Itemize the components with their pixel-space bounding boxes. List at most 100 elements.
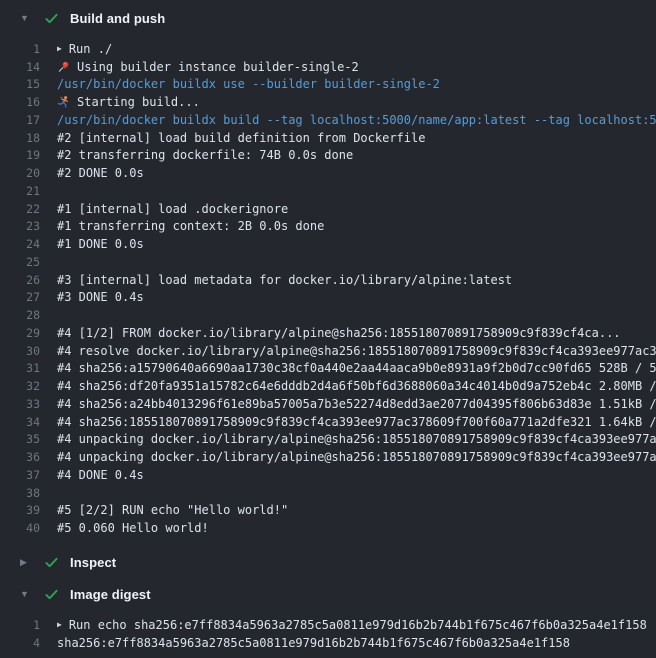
line-content: #2 transferring dockerfile: 74B 0.0s don… — [57, 148, 353, 162]
line-number[interactable]: 16 — [0, 95, 40, 109]
line-number[interactable]: 32 — [0, 379, 40, 393]
line-text: #1 transferring context: 2B 0.0s done — [57, 219, 324, 233]
line-text: #4 sha256:185518070891758909c9f839cf4ca3… — [57, 415, 656, 429]
line-text: #1 [internal] load .dockerignore — [57, 202, 288, 216]
log-line: 24 #1 DONE 0.0s — [0, 235, 656, 253]
line-number[interactable]: 23 — [0, 219, 40, 233]
log-line: 25 — [0, 253, 656, 271]
log-section-build-and-push: ▼ Build and push 1 ▶ Run ./ 14 Using buil… — [0, 4, 656, 544]
log-line: 15 /usr/bin/docker buildx use --builder … — [0, 76, 656, 94]
log-line: 17 /usr/bin/docker buildx build --tag lo… — [0, 111, 656, 129]
line-number[interactable]: 17 — [0, 113, 40, 127]
line-number[interactable]: 14 — [0, 60, 40, 74]
section-title: Inspect — [70, 555, 116, 570]
line-text: #5 [2/2] RUN echo "Hello world!" — [57, 503, 288, 517]
line-content: ▶ Run ./ — [57, 42, 112, 56]
log-line: 27 #3 DONE 0.4s — [0, 289, 656, 307]
log-line: 22 #1 [internal] load .dockerignore — [0, 200, 656, 218]
line-number[interactable]: 19 — [0, 148, 40, 162]
section-header-inspect[interactable]: ▶ Inspect — [0, 548, 656, 576]
success-check-icon — [44, 587, 59, 602]
chevron-right-icon[interactable]: ▶ — [20, 557, 32, 568]
line-number[interactable]: 39 — [0, 503, 40, 517]
line-content: #1 [internal] load .dockerignore — [57, 202, 288, 216]
chevron-down-icon[interactable]: ▼ — [20, 13, 32, 23]
line-text: sha256:e7ff8834a5963a2785c5a0811e979d16b… — [57, 636, 570, 650]
line-content: #4 sha256:a24bb4013296f61e89ba57005a7b3e… — [57, 397, 656, 411]
log-line: 29 #4 [1/2] FROM docker.io/library/alpin… — [0, 324, 656, 342]
line-text: #1 DONE 0.0s — [57, 237, 144, 251]
log-line: 19 #2 transferring dockerfile: 74B 0.0s … — [0, 147, 656, 165]
line-text: #4 sha256:df20fa9351a15782c64e6dddb2d4a6… — [57, 379, 656, 393]
line-content: #4 DONE 0.4s — [57, 468, 144, 482]
line-number[interactable]: 1 — [0, 42, 40, 56]
line-text: #4 sha256:a24bb4013296f61e89ba57005a7b3e… — [57, 397, 656, 411]
log-line: 16 Starting build... — [0, 93, 656, 111]
line-number[interactable]: 26 — [0, 273, 40, 287]
line-content: #4 resolve docker.io/library/alpine@sha2… — [57, 344, 656, 358]
line-text: #4 unpacking docker.io/library/alpine@sh… — [57, 432, 656, 446]
line-content: Using builder instance builder-single-2 — [57, 60, 359, 74]
log-line: 28 — [0, 306, 656, 324]
line-content: /usr/bin/docker buildx build --tag local… — [57, 113, 656, 127]
log-line: 14 Using builder instance builder-single… — [0, 58, 656, 76]
log-line: 40 #5 0.060 Hello world! — [0, 519, 656, 537]
section-title: Image digest — [70, 587, 151, 602]
log-line: 33 #4 sha256:a24bb4013296f61e89ba57005a7… — [0, 395, 656, 413]
expand-run-group-icon[interactable]: ▶ — [57, 44, 62, 53]
line-number[interactable]: 37 — [0, 468, 40, 482]
log-line: 23 #1 transferring context: 2B 0.0s done — [0, 218, 656, 236]
line-number[interactable]: 20 — [0, 166, 40, 180]
workflow-log-viewer: ▼ Build and push 1 ▶Run ./ 14 Using buil… — [0, 0, 656, 658]
line-content: #4 unpacking docker.io/library/alpine@sh… — [57, 432, 656, 446]
line-text: #4 [1/2] FROM docker.io/library/alpine@s… — [57, 326, 621, 340]
line-number[interactable]: 21 — [0, 184, 40, 198]
section-header-build-and-push[interactable]: ▼ Build and push — [0, 4, 656, 32]
log-line: 30 #4 resolve docker.io/library/alpine@s… — [0, 342, 656, 360]
line-number[interactable]: 4 — [0, 636, 40, 650]
log-line: 36 #4 unpacking docker.io/library/alpine… — [0, 448, 656, 466]
line-number[interactable]: 22 — [0, 202, 40, 216]
line-number[interactable]: 25 — [0, 255, 40, 269]
chevron-down-icon[interactable]: ▼ — [20, 589, 32, 599]
line-number[interactable]: 1 — [0, 618, 40, 632]
line-content: #1 transferring context: 2B 0.0s done — [57, 219, 324, 233]
line-text: /usr/bin/docker buildx build --tag local… — [57, 113, 656, 127]
line-content: #3 [internal] load metadata for docker.i… — [57, 273, 512, 287]
line-text: #4 resolve docker.io/library/alpine@sha2… — [57, 344, 656, 358]
line-text: #2 [internal] load build definition from… — [57, 131, 425, 145]
line-number[interactable]: 18 — [0, 131, 40, 145]
line-number[interactable]: 29 — [0, 326, 40, 340]
line-content: Starting build... — [57, 95, 200, 109]
log-line: 37 #4 DONE 0.4s — [0, 466, 656, 484]
line-number[interactable]: 36 — [0, 450, 40, 464]
line-text: #4 unpacking docker.io/library/alpine@sh… — [57, 450, 656, 464]
line-text: #2 transferring dockerfile: 74B 0.0s don… — [57, 148, 353, 162]
line-content: #2 DONE 0.0s — [57, 166, 144, 180]
line-number[interactable]: 15 — [0, 77, 40, 91]
line-number[interactable]: 24 — [0, 237, 40, 251]
section-header-image-digest[interactable]: ▼ Image digest — [0, 580, 656, 608]
log-line: 1 ▶ Run ./ — [0, 40, 656, 58]
log-section-image-digest: ▼ Image digest 1 ▶Run echo sha256:e7ff88… — [0, 580, 656, 658]
line-text: Using builder instance builder-single-2 — [77, 60, 359, 74]
log-line: 20 #2 DONE 0.0s — [0, 164, 656, 182]
line-number[interactable]: 33 — [0, 397, 40, 411]
line-text: Run ./ — [69, 42, 112, 56]
line-content: /usr/bin/docker buildx use --builder bui… — [57, 77, 440, 91]
line-content: #4 [1/2] FROM docker.io/library/alpine@s… — [57, 326, 621, 340]
line-number[interactable]: 27 — [0, 290, 40, 304]
log-line: 35 #4 unpacking docker.io/library/alpine… — [0, 431, 656, 449]
line-content: ▶Run echo sha256:e7ff8834a5963a2785c5a08… — [57, 618, 647, 632]
line-content: #2 [internal] load build definition from… — [57, 131, 425, 145]
line-number[interactable]: 38 — [0, 486, 40, 500]
line-number[interactable]: 35 — [0, 432, 40, 446]
line-content: #4 sha256:185518070891758909c9f839cf4ca3… — [57, 415, 656, 429]
success-check-icon — [44, 11, 59, 26]
line-number[interactable]: 30 — [0, 344, 40, 358]
line-number[interactable]: 40 — [0, 521, 40, 535]
expand-run-group-icon[interactable]: ▶ — [57, 620, 62, 629]
line-number[interactable]: 31 — [0, 361, 40, 375]
line-number[interactable]: 34 — [0, 415, 40, 429]
line-number[interactable]: 28 — [0, 308, 40, 322]
